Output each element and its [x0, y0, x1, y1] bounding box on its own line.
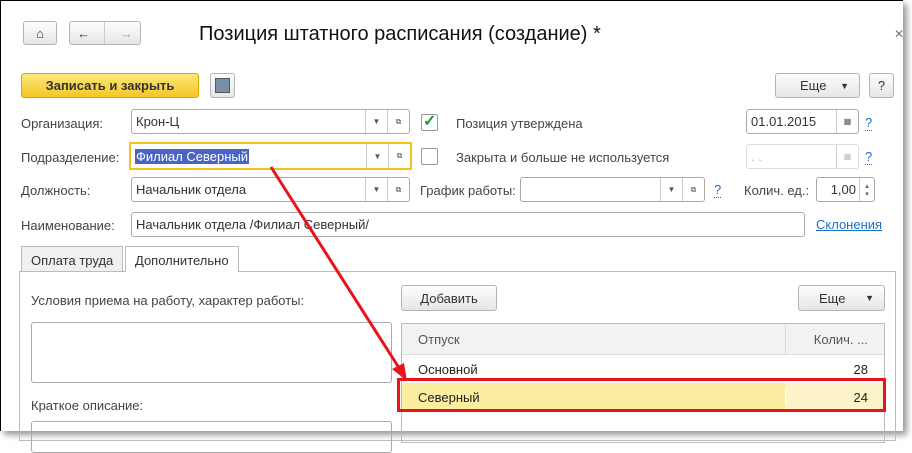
annotation-arrow [269, 166, 407, 381]
tab-additional[interactable]: Дополнительно [125, 246, 239, 272]
form-window: ⌂ ← → Позиция штатного расписания (создан… [0, 0, 904, 453]
